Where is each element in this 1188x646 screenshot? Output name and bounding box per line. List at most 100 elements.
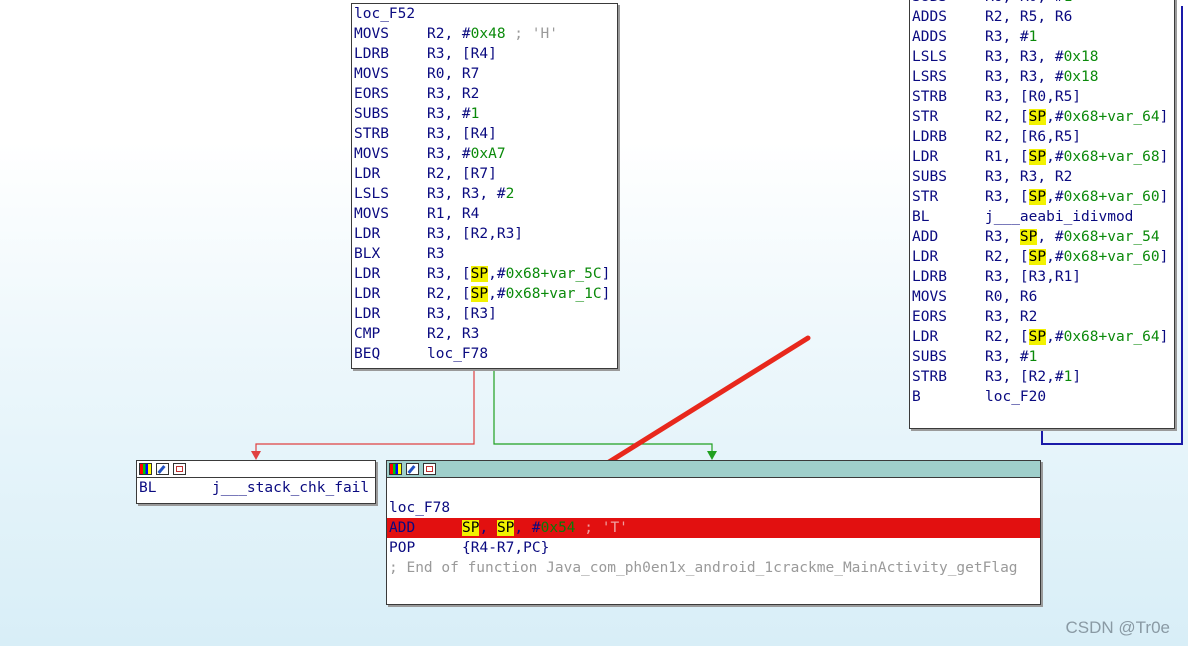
- mnemonic: LDR: [912, 329, 939, 345]
- operand: R3, [: [985, 189, 1029, 205]
- instruction-line[interactable]: ADDS R2, R5, R6: [910, 7, 1174, 27]
- instruction-line[interactable]: ADD SP, SP, #0x54 ; 'T': [387, 518, 1040, 538]
- instruction-line[interactable]: EORS R3, R2: [910, 307, 1174, 327]
- instruction-line[interactable]: LDR R2, [SP,#0x68+var_1C]: [352, 284, 617, 304]
- instruction-line[interactable]: LDR R3, [SP,#0x68+var_5C]: [352, 264, 617, 284]
- operand: R0, R6: [985, 289, 1038, 305]
- operand: 0x68+var_60: [1063, 189, 1160, 205]
- instruction-line[interactable]: LDR R2, [R7]: [352, 164, 617, 184]
- operand: R3, R2: [427, 86, 480, 102]
- mnemonic: EORS: [354, 86, 389, 102]
- operand: R2, R5, R6: [985, 9, 1073, 25]
- mnemonic: STRB: [354, 126, 389, 142]
- instruction-line[interactable]: SUBSR6, R0, #1: [910, 0, 1174, 7]
- instruction-line[interactable]: ADD R3, SP, #0x68+var_54: [910, 227, 1174, 247]
- instruction-line[interactable]: LDR R3, [R2,R3]: [352, 224, 617, 244]
- instruction-line[interactable]: BL j___aeabi_idivmod: [910, 207, 1174, 227]
- instruction-line[interactable]: SUBS R3, #1: [910, 347, 1174, 367]
- mnemonic: SUBS: [912, 349, 947, 365]
- mnemonic: STR: [912, 109, 939, 125]
- colors-icon[interactable]: [389, 463, 402, 475]
- instruction-line[interactable]: BL j___stack_chk_fail: [137, 478, 375, 498]
- operand: R3, R3, R2: [985, 169, 1073, 185]
- mnemonic: SUBS: [912, 169, 947, 185]
- instruction-line[interactable]: STR R3, [SP,#0x68+var_60]: [910, 187, 1174, 207]
- instruction-line[interactable]: MOVS R2, #0x48 ; 'H': [352, 24, 617, 44]
- code-block-loc-f78[interactable]: loc_F78 ADD SP, SP, #0x54 ; 'T' POP {R4-R7,…: [386, 460, 1041, 605]
- operand: ]: [1159, 149, 1169, 165]
- instruction-line[interactable]: Bloc_F20: [910, 387, 1174, 407]
- operand: R2, [: [985, 249, 1029, 265]
- instruction-line[interactable]: LSLS R3, R3, #0x18: [910, 47, 1174, 67]
- sp-register-highlight: SP: [462, 520, 480, 536]
- operand: R3, R2: [985, 309, 1038, 325]
- mnemonic: ADDS: [912, 29, 947, 45]
- operand: ,#: [488, 286, 506, 302]
- instruction-line[interactable]: CMP R2, R3: [352, 324, 617, 344]
- operand: 0x68+var_1C: [505, 286, 602, 302]
- sp-register-highlight: SP: [1028, 109, 1047, 125]
- operand: , #: [514, 520, 541, 536]
- operand: R3,: [985, 229, 1020, 245]
- true-branch-arrowhead: [707, 451, 717, 460]
- instruction-line[interactable]: LDR R1, [SP,#0x68+var_68]: [910, 147, 1174, 167]
- operand: loc_F20: [985, 389, 1047, 405]
- code-block-stack-chk-fail[interactable]: BL j___stack_chk_fail: [136, 460, 376, 504]
- operand: R2, R3: [427, 326, 480, 342]
- instruction-line[interactable]: LDRB R3, [R4]: [352, 44, 617, 64]
- instruction-line[interactable]: LDR R2, [SP,#0x68+var_64]: [910, 327, 1174, 347]
- operand: ]: [1159, 329, 1169, 345]
- graph-icon[interactable]: [173, 463, 186, 475]
- mnemonic: STR: [912, 189, 939, 205]
- edit-icon[interactable]: [156, 463, 169, 475]
- mnemonic: BL: [912, 209, 930, 225]
- operand: R1, R4: [427, 206, 480, 222]
- instruction-line[interactable]: STRB R3, [R4]: [352, 124, 617, 144]
- operand: R3: [427, 246, 445, 262]
- instruction-line[interactable]: STRB R3, [R2,#1]: [910, 367, 1174, 387]
- instruction-line[interactable]: BLX R3: [352, 244, 617, 264]
- colors-icon[interactable]: [139, 463, 152, 475]
- instruction-line[interactable]: LSLS R3, R3, #2: [352, 184, 617, 204]
- instruction-line[interactable]: LDR R2, [SP,#0x68+var_60]: [910, 247, 1174, 267]
- mnemonic: SUBS: [912, 0, 985, 7]
- mnemonic: MOVS: [354, 146, 389, 162]
- operand: R2, [: [985, 329, 1029, 345]
- instruction-line[interactable]: POP {R4-R7,PC}: [387, 538, 1040, 558]
- code-block-loc-f52[interactable]: loc_F52 MOVS R2, #0x48 ; 'H' LDRB R3, [R4] M…: [351, 3, 618, 369]
- instruction-line[interactable]: ADDS R3, #1: [910, 27, 1174, 47]
- instruction-line[interactable]: LDRB R2, [R6,R5]: [910, 127, 1174, 147]
- instruction-line[interactable]: STRB R3, [R0,R5]: [910, 87, 1174, 107]
- operand: R2, [: [985, 109, 1029, 125]
- operand: 0x68+var_64: [1063, 109, 1160, 125]
- instruction-line[interactable]: BEQ loc_F78: [352, 344, 617, 364]
- instruction-line[interactable]: SUBS R3, R3, R2: [910, 167, 1174, 187]
- false-branch-edge: [255, 368, 475, 456]
- sp-register-highlight: SP: [496, 520, 515, 536]
- mnemonic: SUBS: [354, 106, 389, 122]
- graph-icon[interactable]: [423, 463, 436, 475]
- operand: loc_F78: [427, 346, 489, 362]
- instruction-line[interactable]: MOVS R1, R4: [352, 204, 617, 224]
- block-titlebar[interactable]: [137, 461, 375, 478]
- operand: R3, [R3]: [427, 306, 497, 322]
- block-titlebar[interactable]: [387, 461, 1040, 478]
- instruction-line[interactable]: LSRS R3, R3, #0x18: [910, 67, 1174, 87]
- mnemonic: MOVS: [354, 26, 389, 42]
- operand: 0x68+var_68: [1063, 149, 1160, 165]
- instruction-line[interactable]: SUBS R3, #1: [352, 104, 617, 124]
- sp-register-highlight: SP: [1019, 229, 1038, 245]
- operand: ,#: [1046, 109, 1064, 125]
- edit-icon[interactable]: [406, 463, 419, 475]
- instruction-line[interactable]: LDR R3, [R3]: [352, 304, 617, 324]
- sp-register-highlight: SP: [1028, 149, 1047, 165]
- instruction-line[interactable]: EORS R3, R2: [352, 84, 617, 104]
- instruction-line[interactable]: MOVS R3, #0xA7: [352, 144, 617, 164]
- operand: R3, [R2,R3]: [427, 226, 524, 242]
- instruction-line[interactable]: STR R2, [SP,#0x68+var_64]: [910, 107, 1174, 127]
- operand: 1: [1028, 349, 1038, 365]
- instruction-line[interactable]: MOVS R0, R7: [352, 64, 617, 84]
- instruction-line[interactable]: MOVS R0, R6: [910, 287, 1174, 307]
- instruction-line[interactable]: LDRB R3, [R3,R1]: [910, 267, 1174, 287]
- code-block-loop-body[interactable]: SUBSR6, R0, #1ADDSR2, R5, R6ADDSR3, #1LS…: [909, 0, 1175, 429]
